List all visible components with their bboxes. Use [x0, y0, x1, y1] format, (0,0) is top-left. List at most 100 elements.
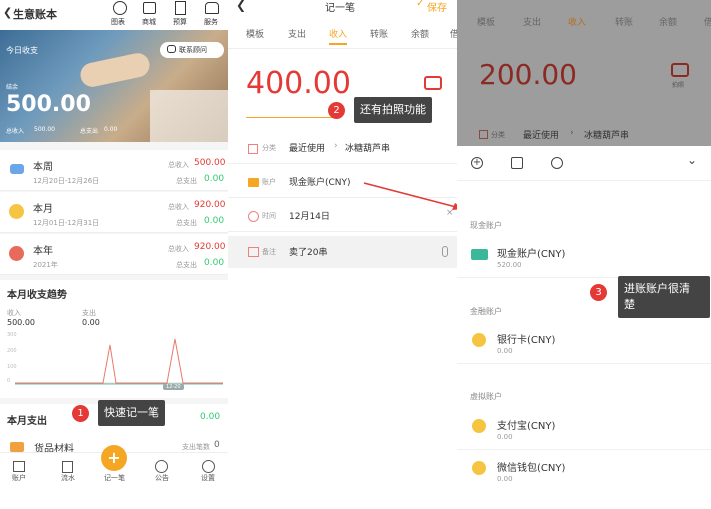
category-hint: 最近使用 [523, 131, 560, 141]
search-icon[interactable] [551, 157, 563, 169]
divider [457, 180, 711, 181]
callout-3-line2: 楚 [624, 298, 635, 311]
nav-account[interactable]: 账户 [12, 473, 26, 483]
notice-icon[interactable] [155, 460, 168, 473]
tab-template[interactable]: 模板 [246, 27, 264, 40]
banner: 今日收支 联系顾问 结余 500.00 总收入 500.00 总支出 0.00 [0, 30, 228, 142]
field-value: 冰糖葫芦串 [345, 144, 391, 154]
account-alipay[interactable]: 支付宝(CNY) 0.00 [457, 408, 711, 450]
shop-icon[interactable] [143, 2, 156, 14]
account-sheet: + ⌄ 现金账户 现金账户(CNY) 520.00 金融账户 银行卡(CNY) … [457, 146, 711, 509]
field-label: 时间 [262, 212, 276, 220]
tab-balance[interactable]: 余额 [411, 27, 429, 40]
add-icon[interactable]: + [471, 157, 483, 169]
chevron-right-icon: › [334, 141, 338, 151]
period-in: 920.00 [194, 200, 226, 210]
account-balance: 0.00 [497, 347, 513, 355]
field-label: 账户 [262, 178, 276, 186]
record-title: 记一笔 [325, 3, 355, 14]
nav-settings[interactable]: 设置 [201, 473, 215, 483]
field-value: 现金账户(CNY) [289, 178, 351, 188]
period-range: 2021年 [33, 261, 58, 269]
period-name: 本月 [33, 204, 53, 215]
add-record-button[interactable]: + [101, 445, 127, 471]
banner-label: 今日收支 [6, 46, 38, 55]
tab-transfer[interactable]: 转账 [370, 27, 388, 40]
tab-income[interactable]: 收入 [329, 27, 347, 40]
camera-icon [671, 63, 689, 77]
callout-3: 进账账户很清 楚 [618, 276, 710, 318]
trend-out-value: 0.00 [82, 318, 100, 327]
grid-icon [248, 144, 258, 154]
back-icon[interactable]: ❮ [236, 0, 246, 12]
account-cash[interactable]: 现金账户(CNY) 520.00 [457, 236, 711, 278]
chevron-down-icon[interactable]: ⌄ [687, 153, 697, 167]
budget-icon[interactable] [175, 1, 186, 15]
category-value: 冰糖葫芦串 [584, 131, 630, 141]
field-category[interactable]: 分类 最近使用 › 冰糖葫芦串 [228, 134, 457, 164]
check-icon[interactable]: ✓ [416, 0, 424, 9]
chart-icon[interactable] [113, 1, 127, 15]
cash-icon [471, 249, 488, 260]
tab-transfer: 转账 [615, 18, 634, 28]
period-week[interactable]: 本周 12月20日-12月26日 总收入 500.00 总支出 0.00 [0, 150, 228, 191]
field-note[interactable]: 备注 卖了20串 [228, 236, 457, 268]
period-range: 12月20日-12月26日 [33, 177, 100, 185]
service-label: 服务 [204, 18, 218, 26]
tab-borrow[interactable]: 借 [450, 27, 457, 40]
callout-badge-2: 2 [328, 102, 345, 119]
account-wechat[interactable]: 微信钱包(CNY) 0.00 [457, 450, 711, 492]
chat-icon [167, 45, 176, 53]
grid-icon [479, 130, 488, 139]
period-in: 920.00 [194, 242, 226, 252]
camera-icon[interactable] [424, 76, 442, 90]
tab-balance: 余额 [659, 18, 678, 28]
account-bank[interactable]: 银行卡(CNY) 0.00 [457, 322, 711, 364]
period-year[interactable]: 本年 2021年 总收入 920.00 总支出 0.00 [0, 234, 228, 275]
account-balance: 0.00 [497, 433, 513, 441]
tab-expense[interactable]: 支出 [288, 27, 306, 40]
period-name: 本周 [33, 162, 53, 173]
spend-count: 0 [214, 440, 220, 450]
service-icon[interactable] [205, 2, 219, 14]
edit-icon[interactable] [511, 157, 523, 169]
income-line [15, 338, 223, 384]
account-name: 现金账户(CNY) [497, 249, 566, 260]
balance-label: 结余 [6, 84, 19, 91]
chevron-right-icon: › [570, 128, 574, 138]
period-range: 12月01日-12月31日 [33, 219, 100, 227]
wallet-icon [248, 178, 259, 187]
account-icon[interactable] [13, 461, 25, 472]
save-button[interactable]: 保存 [427, 0, 447, 14]
bank-card-icon [472, 333, 486, 347]
out-label: 总支出 [176, 261, 197, 269]
pointer-arrow [363, 182, 464, 210]
nav-notice[interactable]: 公告 [155, 473, 169, 483]
amount-display[interactable]: 400.00 [246, 66, 351, 101]
period-month[interactable]: 本月 12月01日-12月31日 总收入 920.00 总支出 0.00 [0, 192, 228, 233]
clock-icon [9, 246, 24, 261]
planet-icon [9, 204, 24, 219]
field-label: 备注 [262, 248, 276, 256]
out-label: 总支出 [176, 219, 197, 227]
nav-record[interactable]: 记一笔 [104, 473, 125, 483]
spend-note: 支出笔数 [182, 443, 210, 451]
group-title: 金融账户 [470, 307, 502, 316]
nav-flow[interactable]: 流水 [61, 473, 75, 483]
wechat-icon [472, 461, 486, 475]
in-label: 总收入 [168, 245, 189, 253]
callout-1: 快速记一笔 [98, 400, 165, 426]
back-icon[interactable]: ❮ [3, 6, 12, 19]
period-out: 0.00 [204, 258, 225, 268]
period-in: 500.00 [194, 158, 226, 168]
flow-icon[interactable] [62, 461, 73, 473]
goods-icon [10, 442, 24, 452]
advisor-label: 联系顾问 [179, 46, 207, 54]
trend-section: 本月收支趋势 收入 500.00 支出 0.00 300 200 100 0 1… [0, 280, 228, 398]
advisor-button[interactable]: 联系顾问 [160, 42, 224, 58]
tab-underline [329, 43, 347, 45]
settings-icon[interactable] [202, 460, 215, 473]
mic-icon[interactable] [442, 246, 448, 257]
chart-tooltip: 12-20 [163, 384, 184, 390]
period-out: 0.00 [204, 174, 225, 184]
